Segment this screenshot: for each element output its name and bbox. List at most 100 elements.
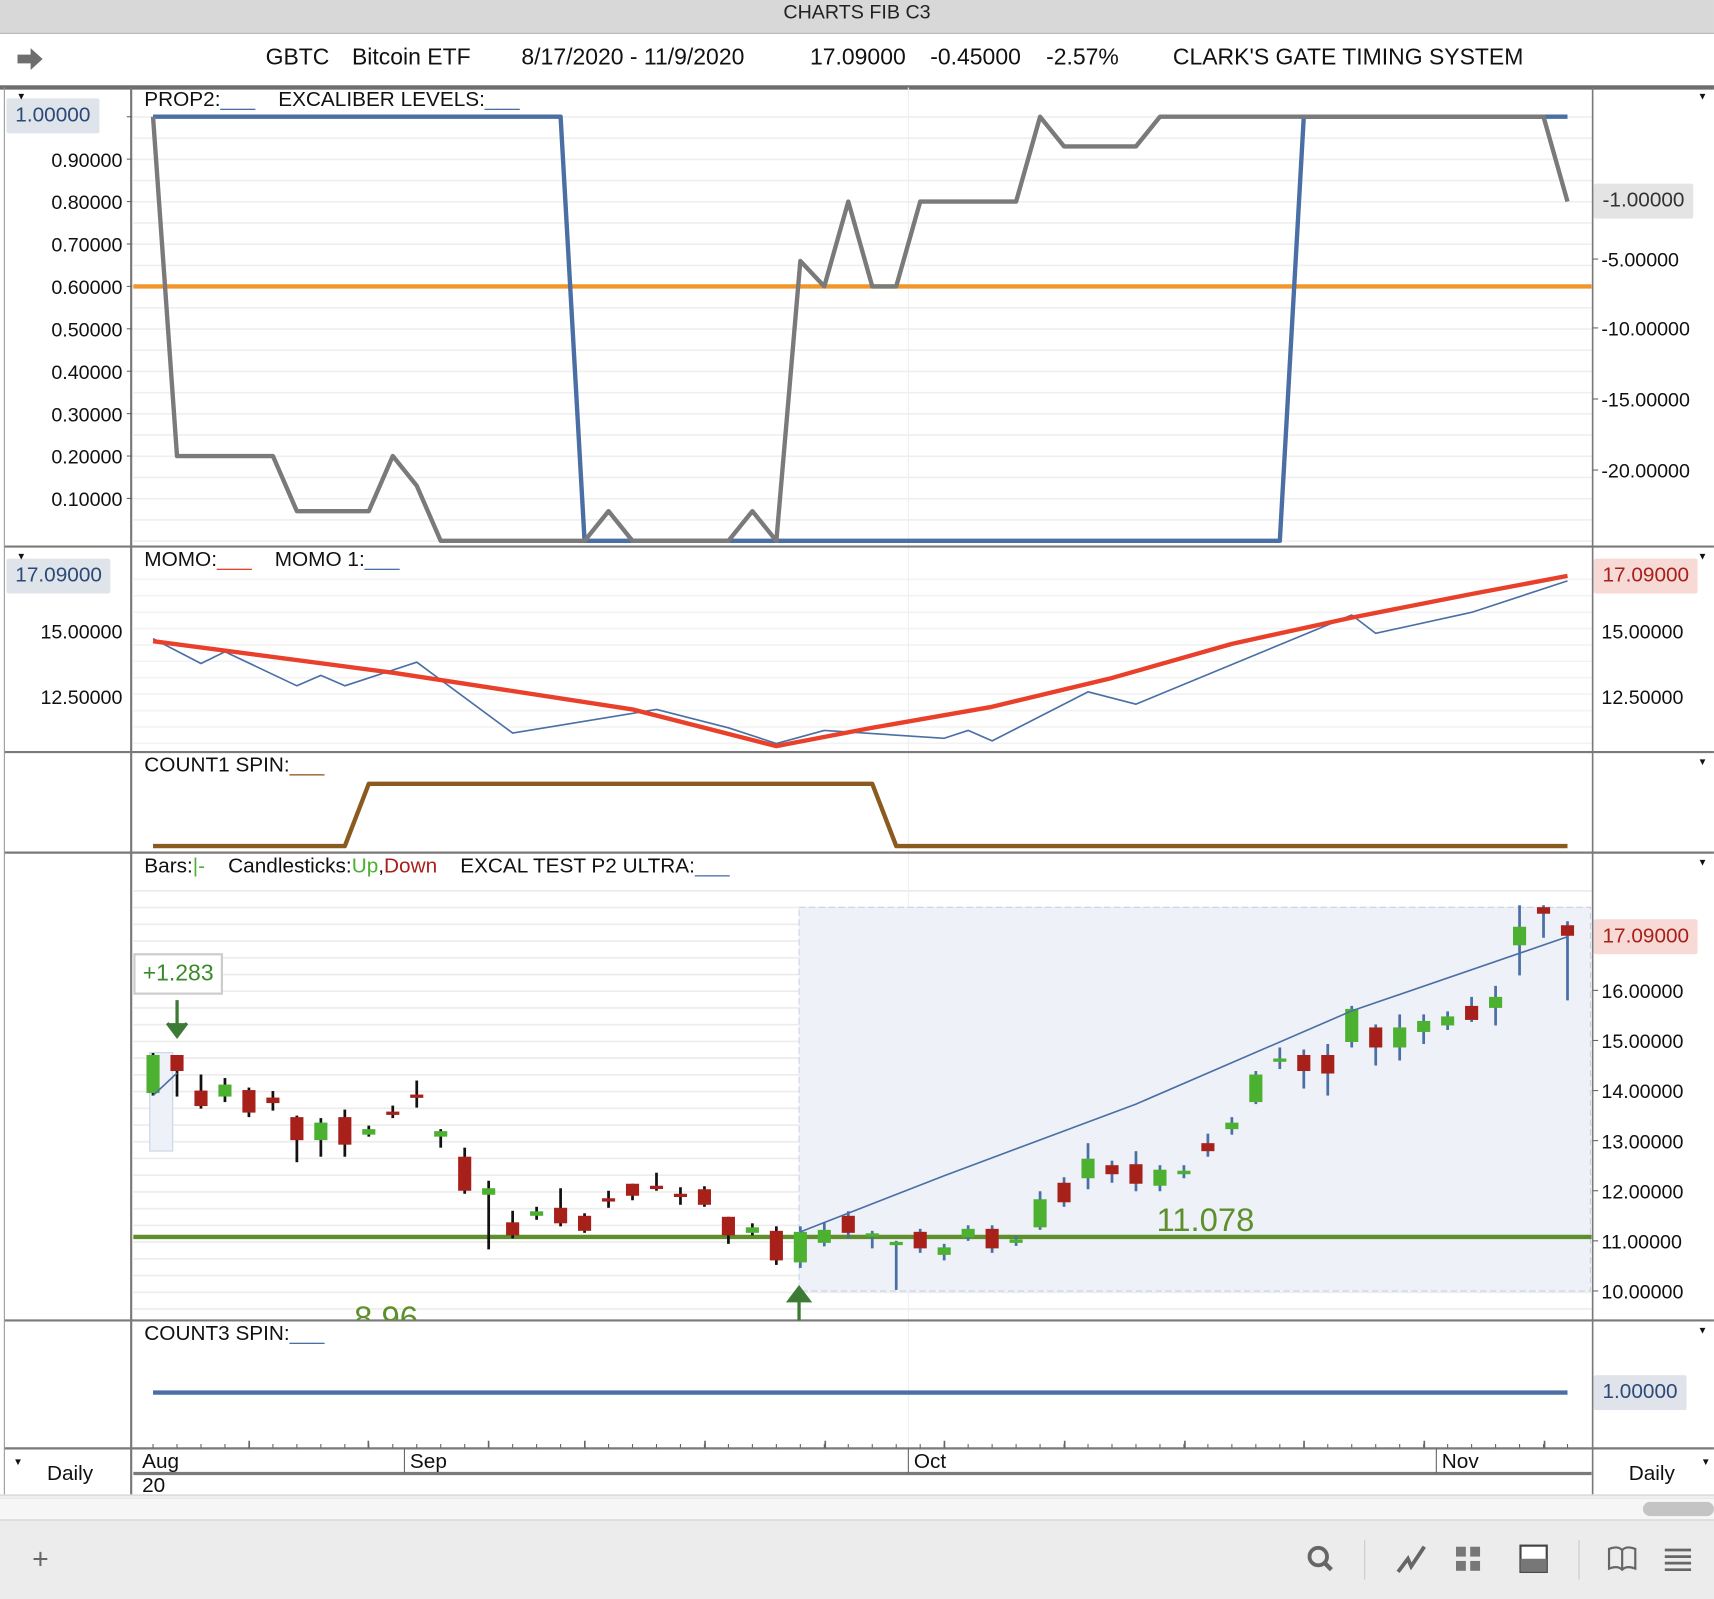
y-tick-label: 0.90000: [51, 150, 122, 172]
candle-up: [889, 1241, 903, 1246]
candle-up: [1489, 996, 1503, 1008]
panel-menu-icon[interactable]: ▼: [1698, 1325, 1708, 1336]
low-label: 8.96: [354, 1300, 418, 1321]
momo-legend: MOMO:___ MOMO 1:___: [144, 548, 400, 572]
price-right-current: 17.09000: [1593, 919, 1698, 955]
candle-down: [1201, 1143, 1215, 1152]
candle-down: [194, 1090, 208, 1107]
prop-left-current: 1.00000: [6, 98, 100, 134]
candle-down: [170, 1054, 184, 1072]
y-tick-label-right: 10.00000: [1601, 1282, 1683, 1304]
month-label: Oct: [913, 1450, 947, 1474]
y-tick-label-right: -5.00000: [1601, 250, 1679, 272]
prop-right-current: -1.00000: [1593, 183, 1694, 219]
candle-down: [601, 1198, 616, 1202]
candle-down: [1465, 1005, 1479, 1020]
panel-menu-icon[interactable]: ▼: [1698, 857, 1708, 868]
chart-window: CHARTS FIB C3 GBTC Bitcoin ETF 8/17/2020…: [0, 0, 1714, 1599]
down-arrow-icon: [165, 1000, 189, 1039]
candle-up: [817, 1229, 831, 1243]
candle-down: [242, 1090, 256, 1113]
y-tick-label: 0.30000: [51, 404, 122, 426]
candle-up: [745, 1227, 759, 1233]
candle-up: [1009, 1239, 1023, 1243]
panel-icon[interactable]: [1517, 1542, 1550, 1575]
y-tick-label: 0.70000: [51, 235, 122, 257]
candle-down: [841, 1215, 855, 1233]
candle-down: [1321, 1054, 1335, 1074]
y-tick-label-right: -20.00000: [1601, 461, 1690, 483]
search-icon[interactable]: [1304, 1542, 1337, 1575]
y-tick-label-right: 14.00000: [1601, 1081, 1683, 1103]
book-icon[interactable]: [1606, 1542, 1639, 1575]
menu-icon[interactable]: [1662, 1542, 1695, 1575]
candle-down: [985, 1228, 999, 1249]
panel-menu-icon[interactable]: ▼: [1698, 91, 1708, 102]
candle-down: [721, 1216, 735, 1236]
y-tick-label-right: 16.00000: [1601, 981, 1683, 1003]
candle-down: [1560, 925, 1575, 936]
candle-down: [913, 1231, 927, 1249]
candle-up: [1081, 1158, 1095, 1179]
y-tick-label-right: -10.00000: [1601, 319, 1690, 341]
candle-down: [1057, 1182, 1071, 1203]
count3-right-current: 1.00000: [1593, 1375, 1687, 1411]
gain-annotation: +1.283: [133, 953, 223, 995]
period-selector-right[interactable]: Daily: [1629, 1463, 1675, 1487]
scrollbar-thumb[interactable]: [1642, 1501, 1714, 1517]
period-menu-icon[interactable]: ▼: [1701, 1456, 1711, 1467]
horizontal-scrollbar[interactable]: [0, 1497, 1714, 1521]
momo-left-current: 17.09000: [6, 558, 111, 594]
candle-up: [1441, 1016, 1455, 1026]
plus-icon[interactable]: +: [24, 1542, 57, 1575]
y-tick-label: 0.60000: [51, 277, 122, 299]
period-selector-left[interactable]: Daily: [47, 1463, 93, 1487]
month-label: Sep: [409, 1450, 447, 1474]
candle-down: [458, 1156, 472, 1191]
panel-menu-icon[interactable]: ▼: [16, 551, 26, 562]
panel-menu-icon[interactable]: ▼: [1698, 756, 1708, 767]
candle-down: [1369, 1027, 1383, 1048]
candle-down: [625, 1183, 640, 1196]
panel-menu-icon[interactable]: ▼: [1698, 551, 1708, 562]
count3-legend: COUNT3 SPIN:___: [144, 1322, 325, 1346]
candle-up: [314, 1122, 328, 1141]
y-tick-label: 12.50000: [40, 687, 122, 709]
candle-up: [1345, 1008, 1359, 1042]
candle-down: [290, 1117, 304, 1141]
bottom-toolbar: +: [0, 1519, 1714, 1599]
candle-up: [146, 1054, 160, 1094]
y-tick-label-right: 12.00000: [1601, 1181, 1683, 1203]
candle-up: [1033, 1199, 1047, 1228]
y-tick-label: 0.40000: [51, 362, 122, 384]
candle-down: [1105, 1165, 1119, 1175]
candle-up: [1249, 1074, 1263, 1103]
candle-up: [1225, 1122, 1239, 1130]
y-tick-label-right: 15.00000: [1601, 621, 1683, 643]
candle-down: [410, 1094, 424, 1098]
y-tick-label: 15.00000: [40, 621, 122, 643]
count1-spin-line: [153, 781, 1568, 849]
y-tick-label-right: 12.50000: [1601, 687, 1683, 709]
candle-down: [266, 1097, 280, 1104]
y-tick-label-right: 13.00000: [1601, 1131, 1683, 1153]
candle-down: [578, 1215, 592, 1231]
candle-up: [1153, 1169, 1167, 1186]
candle-down: [1536, 907, 1551, 914]
candle-up: [793, 1231, 807, 1263]
period-menu-icon[interactable]: ▼: [13, 1456, 23, 1467]
candle-up: [865, 1233, 879, 1237]
candle-up: [1417, 1020, 1431, 1032]
candle-down: [673, 1193, 688, 1198]
candle-up: [362, 1129, 376, 1135]
month-label: Aug: [142, 1450, 180, 1474]
grid-icon[interactable]: [1452, 1542, 1485, 1575]
y-tick-label-right: 11.00000: [1601, 1232, 1682, 1254]
count1-legend: COUNT1 SPIN:___: [144, 754, 325, 778]
chart-line-icon[interactable]: [1395, 1542, 1428, 1575]
candle-down: [554, 1207, 568, 1224]
candle-up: [937, 1247, 951, 1255]
y-tick-label: 0.80000: [51, 192, 122, 214]
y-tick-label-right: -15.00000: [1601, 390, 1690, 412]
panel-menu-icon[interactable]: ▼: [16, 91, 26, 102]
